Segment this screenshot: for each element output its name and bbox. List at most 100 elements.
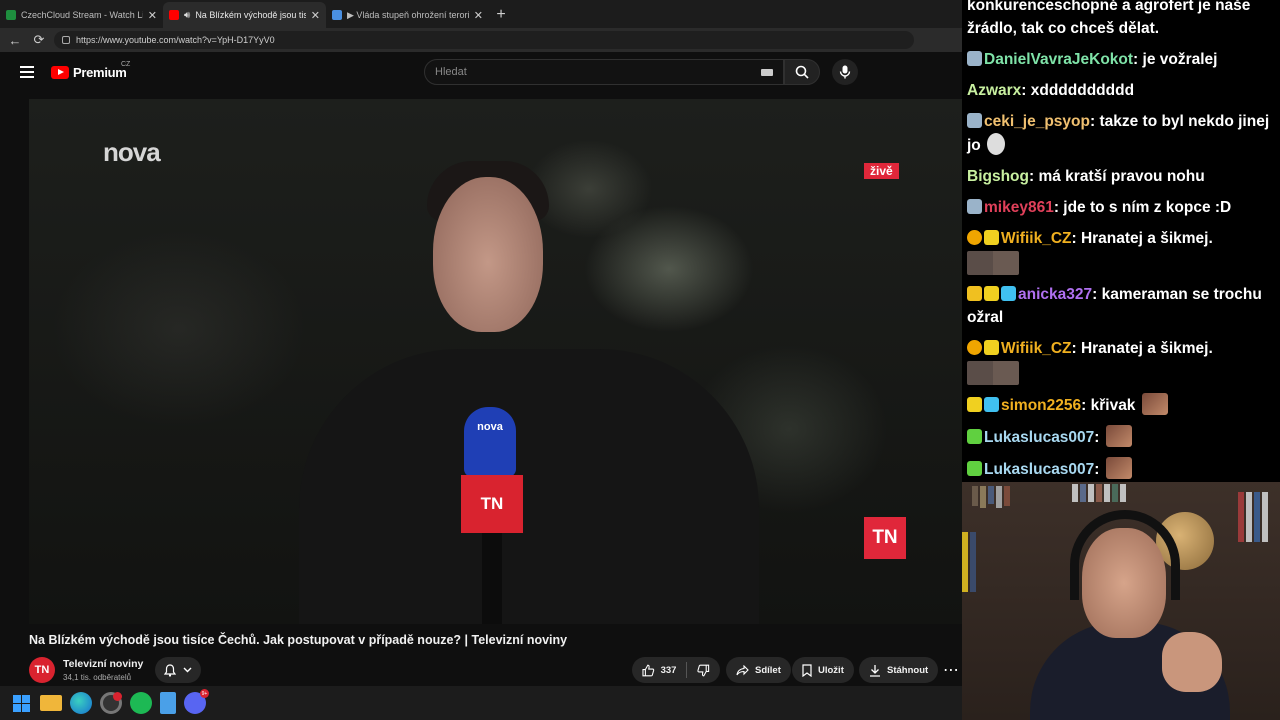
chat-badge-icon — [984, 340, 999, 355]
chat-badge-icon — [967, 397, 982, 412]
bookmark-icon — [802, 663, 812, 677]
video-player[interactable]: nova živě nova TN TN — [29, 99, 962, 624]
tab-czechcloud[interactable]: CzechCloud Stream - Watch Live o ✕ — [0, 2, 163, 28]
audio-playing-icon[interactable]: 🔊︎ — [184, 10, 190, 21]
back-arrow-icon[interactable]: ← — [6, 31, 24, 49]
url-text: https://www.youtube.com/watch?v=YpH-D17Y… — [76, 35, 275, 45]
voice-search-button[interactable] — [832, 59, 858, 85]
books — [972, 486, 1010, 508]
chat-username[interactable]: mikey861 — [984, 199, 1054, 216]
download-button[interactable]: Stáhnout — [859, 657, 939, 683]
search-input[interactable]: Hledat — [424, 59, 784, 85]
chat-text: je vožralej — [1142, 51, 1218, 68]
chat-message: mikey861: jde to s ním z kopce :D — [967, 196, 1274, 219]
chat-text: Hranatej a šikmej. — [1080, 230, 1213, 247]
chat-username[interactable]: Azwarx — [967, 82, 1021, 99]
nova-watermark: nova — [103, 137, 161, 167]
books — [962, 532, 976, 592]
chat-username[interactable]: Wifiik_CZ — [1001, 340, 1071, 357]
chat-username[interactable]: Wifiik_CZ — [1001, 230, 1071, 247]
channel-avatar[interactable]: TN — [29, 657, 55, 683]
chat-badge-icon — [984, 397, 999, 412]
windows-icon[interactable] — [10, 692, 32, 714]
chat-badge-icon — [984, 230, 999, 245]
reload-icon[interactable]: ⟳ — [30, 31, 48, 49]
close-icon[interactable]: ✕ — [474, 9, 483, 22]
more-actions-button[interactable]: ⋯ — [940, 657, 962, 683]
chat-text: Hranatej a šikmej. — [1080, 340, 1213, 357]
chat-text: křivak — [1090, 397, 1136, 414]
like-dislike-group: 337 — [632, 657, 720, 683]
like-count[interactable]: 337 — [661, 665, 677, 676]
chat-username[interactable]: Lukaslucas007 — [984, 429, 1094, 446]
edge-icon[interactable] — [70, 692, 92, 714]
chat-message: Wifiik_CZ: Hranatej a šikmej. — [967, 227, 1274, 275]
mic-flag: TN — [461, 475, 523, 533]
streamer-hand — [1162, 632, 1222, 692]
chat-text: jde to s ním z kopce :D — [1063, 199, 1232, 216]
download-label: Stáhnout — [887, 664, 929, 676]
close-icon[interactable]: ✕ — [148, 9, 157, 22]
chat-badge-icon — [967, 461, 982, 476]
reporter-face — [433, 177, 543, 332]
chat-username[interactable]: anicka327 — [1018, 286, 1092, 303]
thumbs-up-icon[interactable] — [642, 664, 655, 677]
tn-corner-logo: TN — [864, 517, 906, 559]
search-button[interactable] — [784, 59, 820, 85]
chat-badge-icon — [1001, 286, 1016, 301]
channel-name[interactable]: Televizní noviny — [63, 658, 143, 670]
close-icon[interactable]: ✕ — [311, 9, 320, 22]
chat-message: Wifiik_CZ: Hranatej a šikmej. — [967, 337, 1274, 385]
chat-badge-icon — [967, 340, 982, 355]
share-button[interactable]: Sdílet — [726, 657, 791, 683]
tab-title: CzechCloud Stream - Watch Live o — [21, 10, 143, 20]
url-field[interactable]: https://www.youtube.com/watch?v=YpH-D17Y… — [54, 31, 914, 49]
chat-badge-icon — [967, 429, 982, 444]
mic-logo: nova — [464, 407, 516, 477]
chat-emote — [1141, 393, 1168, 415]
chat-message: simon2256: křivak — [967, 393, 1274, 417]
books — [1072, 484, 1126, 502]
discord-icon[interactable]: 9+ — [184, 689, 209, 714]
keyboard-icon[interactable] — [761, 69, 773, 76]
youtube-premium-logo[interactable]: Premium CZ — [51, 61, 130, 80]
site-info-icon[interactable] — [62, 36, 70, 44]
share-label: Sdílet — [755, 664, 781, 676]
chat-username[interactable]: simon2256 — [1001, 397, 1081, 414]
chat-badge-icon — [967, 286, 982, 301]
tab-youtube-video[interactable]: 🔊︎ Na Blízkém východě jsou tisíce ✕ — [163, 2, 326, 28]
live-badge: živě — [864, 163, 899, 179]
youtube-play-icon — [51, 66, 69, 79]
video-title: Na Blízkém východě jsou tisíce Čechů. Ja… — [29, 633, 568, 647]
chrome-icon[interactable] — [100, 692, 122, 714]
thumbs-down-icon[interactable] — [697, 664, 710, 677]
save-button[interactable]: Uložit — [792, 657, 854, 683]
chat-badge-icon — [967, 113, 982, 128]
youtube-header: Premium CZ Hledat — [0, 52, 962, 94]
tab-vlada[interactable]: ▶ Vláda stupeň ohrožení terorism ✕ — [326, 2, 489, 28]
chat-emote — [1105, 457, 1132, 479]
microphone-icon — [839, 65, 851, 79]
chat-username[interactable]: Bigshog — [967, 168, 1029, 185]
region-code: CZ — [121, 61, 131, 68]
address-bar: ← ⟳ https://www.youtube.com/watch?v=YpH-… — [0, 28, 962, 52]
chat-badge-icon — [967, 51, 982, 66]
chat-username[interactable]: DanielVavraJeKokot — [984, 51, 1133, 68]
mic-handle — [482, 533, 502, 624]
notification-dot — [113, 692, 122, 701]
download-icon — [870, 664, 880, 677]
chevron-down-icon — [183, 667, 192, 673]
bell-icon — [164, 663, 176, 677]
notepad-icon[interactable] — [160, 692, 176, 714]
youtube-favicon-icon — [169, 10, 179, 20]
file-explorer-icon[interactable] — [40, 695, 62, 711]
spotify-icon[interactable] — [130, 692, 152, 714]
chat-username[interactable]: Lukaslucas007 — [984, 461, 1094, 478]
logo-text: Premium — [73, 65, 127, 80]
chat-username[interactable]: ceki_je_psyop — [984, 113, 1090, 130]
chat-badge-icon — [984, 286, 999, 301]
notifications-button[interactable] — [155, 657, 201, 683]
new-tab-button[interactable]: + — [489, 2, 513, 28]
chat-emote — [967, 361, 1019, 385]
menu-icon[interactable] — [20, 66, 34, 78]
